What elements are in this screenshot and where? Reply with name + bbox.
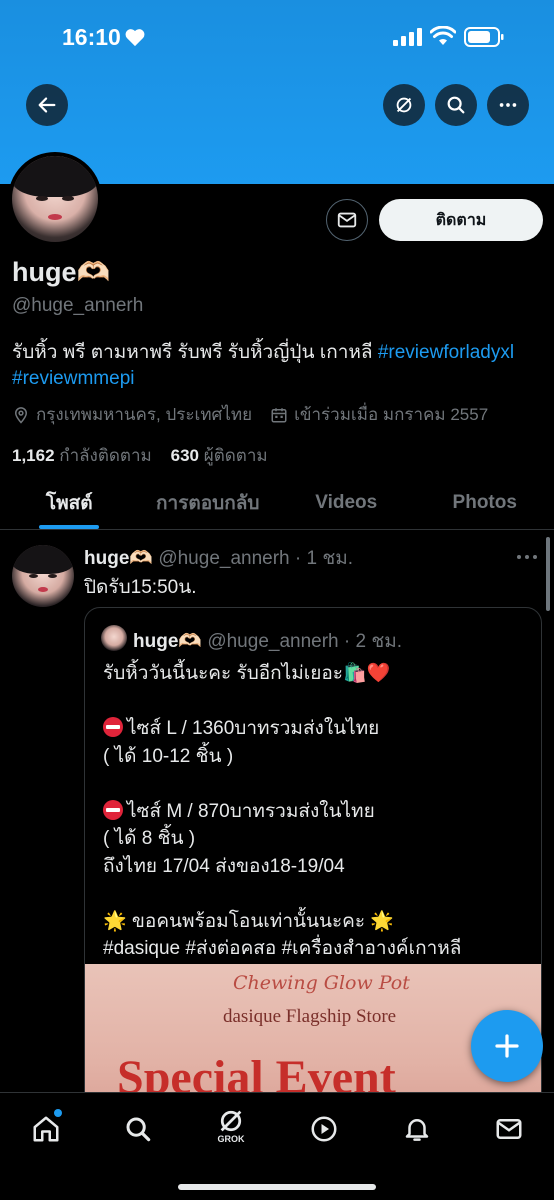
bio-text: รับหิ้ว พรี ตามหาพรี รับพรี รับหิ้วญี่ปุ… [12, 342, 378, 363]
display-name: huge🫶🏻 [12, 257, 111, 287]
no-entry-icon [103, 717, 123, 737]
quoted-author-name: huge🫶🏻 [133, 631, 203, 652]
message-button[interactable] [326, 199, 368, 241]
profile-handle: @huge_annerh [12, 295, 144, 316]
bio-hashtag-link[interactable]: #reviewmmepi [12, 368, 134, 389]
search-button[interactable] [435, 84, 477, 126]
cellular-signal-icon [393, 28, 422, 46]
home-icon [33, 1116, 59, 1142]
profile-joined-date: เข้าร่วมเมื่อ มกราคม 2557 [294, 405, 489, 424]
quoted-author-avatar [101, 625, 127, 651]
image-store-text: dasique Flagship Store [223, 1006, 397, 1027]
more-dots-icon [499, 103, 517, 107]
profile-bio: รับหิ้ว พรี ตามหาพรี รับพรี รับหิ้วญี่ปุ… [12, 340, 547, 392]
nav-home[interactable] [24, 1107, 68, 1151]
following-count: 1,162 [12, 446, 55, 465]
more-options-button[interactable] [487, 84, 529, 126]
tab-label: Photos [452, 491, 517, 513]
tab-label: Videos [315, 491, 378, 513]
tab-label: การตอบกลับ [156, 492, 260, 514]
quoted-line: 🌟 ขอคนพร้อมโอนเท่านั้นนะคะ 🌟 [103, 910, 395, 932]
post-author-avatar[interactable] [12, 545, 74, 607]
home-indicator [178, 1184, 376, 1190]
profile-location: กรุงเทพมหานคร, ประเทศไทย [36, 405, 253, 424]
post-more-button[interactable] [516, 546, 538, 567]
followers-label: ผู้ติดตาม [203, 446, 268, 465]
compose-post-button[interactable] [471, 1010, 543, 1082]
calendar-icon [271, 407, 287, 422]
back-arrow-icon [38, 97, 56, 113]
more-dots-icon [517, 555, 537, 559]
search-icon [447, 96, 465, 114]
following-label: กำลังติดตาม [59, 446, 152, 465]
quoted-line: ไซส์ M / 870บาทรวมส่งในไทย [127, 800, 375, 822]
quoted-post-text: รับหิ้ววันนี้นะคะ รับอีกไม่เยอะ🛍️❤️ ไซส์… [103, 660, 533, 963]
no-entry-icon [103, 799, 123, 820]
tab-label: โพสต์ [45, 492, 93, 514]
grok-icon [220, 1110, 242, 1132]
image-script-text: Chewing Glow Pot [233, 972, 410, 994]
location-pin-icon [14, 406, 28, 424]
follow-button[interactable]: ติดตาม [379, 199, 543, 241]
plus-icon [495, 1034, 519, 1058]
status-bar: 16:10 [0, 0, 554, 76]
bio-hashtag-link[interactable]: #reviewforladyxl [378, 342, 514, 363]
quoted-line: ( ได้ 10-12 ชิ้น ) [103, 745, 234, 767]
envelope-icon [337, 212, 357, 228]
quoted-line: รับหิ้ววันนี้นะคะ รับอีกไม่เยอะ🛍️❤️ [103, 663, 391, 684]
quoted-line: ไซส์ L / 1360บาทรวมส่งในไทย [127, 718, 380, 739]
notification-dot [54, 1109, 62, 1117]
tab-replies[interactable]: การตอบกลับ [139, 476, 278, 529]
grok-icon [396, 97, 412, 113]
followers-link[interactable]: 630 ผู้ติดตาม [171, 446, 268, 465]
status-time: 16:10 [62, 24, 121, 50]
search-icon [126, 1117, 151, 1142]
followers-count: 630 [170, 446, 199, 465]
post-handle-time: @huge_annerh · 1 ชม. [158, 548, 354, 569]
post-header: huge🫶🏻 @huge_annerh · 1 ชม. [84, 543, 353, 573]
wifi-icon [430, 26, 456, 45]
nav-grok[interactable]: GROK [209, 1103, 253, 1147]
bell-icon [405, 1119, 429, 1141]
scrollbar[interactable] [546, 537, 550, 611]
grok-label: GROK [217, 1134, 245, 1144]
quoted-post-header: huge🫶🏻 @huge_annerh · 2 ชม. [133, 626, 402, 656]
quoted-hashtags[interactable]: #dasique #ส่งต่อคสอ #เครื่องสำอางค์เกาหล… [103, 935, 533, 963]
post-text: ปิดรับ15:50น. [84, 577, 197, 598]
tab-posts[interactable]: โพสต์ [0, 476, 139, 529]
nav-search[interactable] [116, 1107, 160, 1151]
play-circle-icon [311, 1116, 337, 1142]
following-link[interactable]: 1,162 กำลังติดตาม [12, 446, 152, 465]
quoted-line: ( ได้ 8 ชิ้น ) [103, 828, 196, 849]
envelope-icon [496, 1119, 522, 1139]
battery-icon [464, 27, 504, 47]
follow-counts: 1,162 กำลังติดตาม 630 ผู้ติดตาม [12, 442, 268, 469]
active-tab-indicator [39, 525, 100, 529]
nav-video[interactable] [302, 1107, 346, 1151]
back-button[interactable] [26, 84, 68, 126]
nav-notifications[interactable] [395, 1107, 439, 1151]
quoted-line: ถึงไทย 17/04 ส่งของ18-19/04 [103, 855, 345, 877]
profile-tabs: โพสต์ การตอบกลับ Videos Photos [0, 476, 554, 530]
tab-photos[interactable]: Photos [416, 476, 554, 529]
profile-avatar[interactable] [8, 152, 102, 246]
nav-messages[interactable] [487, 1107, 531, 1151]
grok-button[interactable] [383, 84, 425, 126]
post-author-name[interactable]: huge🫶🏻 [84, 548, 153, 569]
heart-icon [125, 29, 145, 47]
tab-videos[interactable]: Videos [277, 476, 416, 529]
profile-meta: กรุงเทพมหานคร, ประเทศไทย เข้าร่วมเมื่อ ม… [12, 401, 488, 428]
quoted-handle-time: @huge_annerh · 2 ชม. [207, 631, 403, 652]
